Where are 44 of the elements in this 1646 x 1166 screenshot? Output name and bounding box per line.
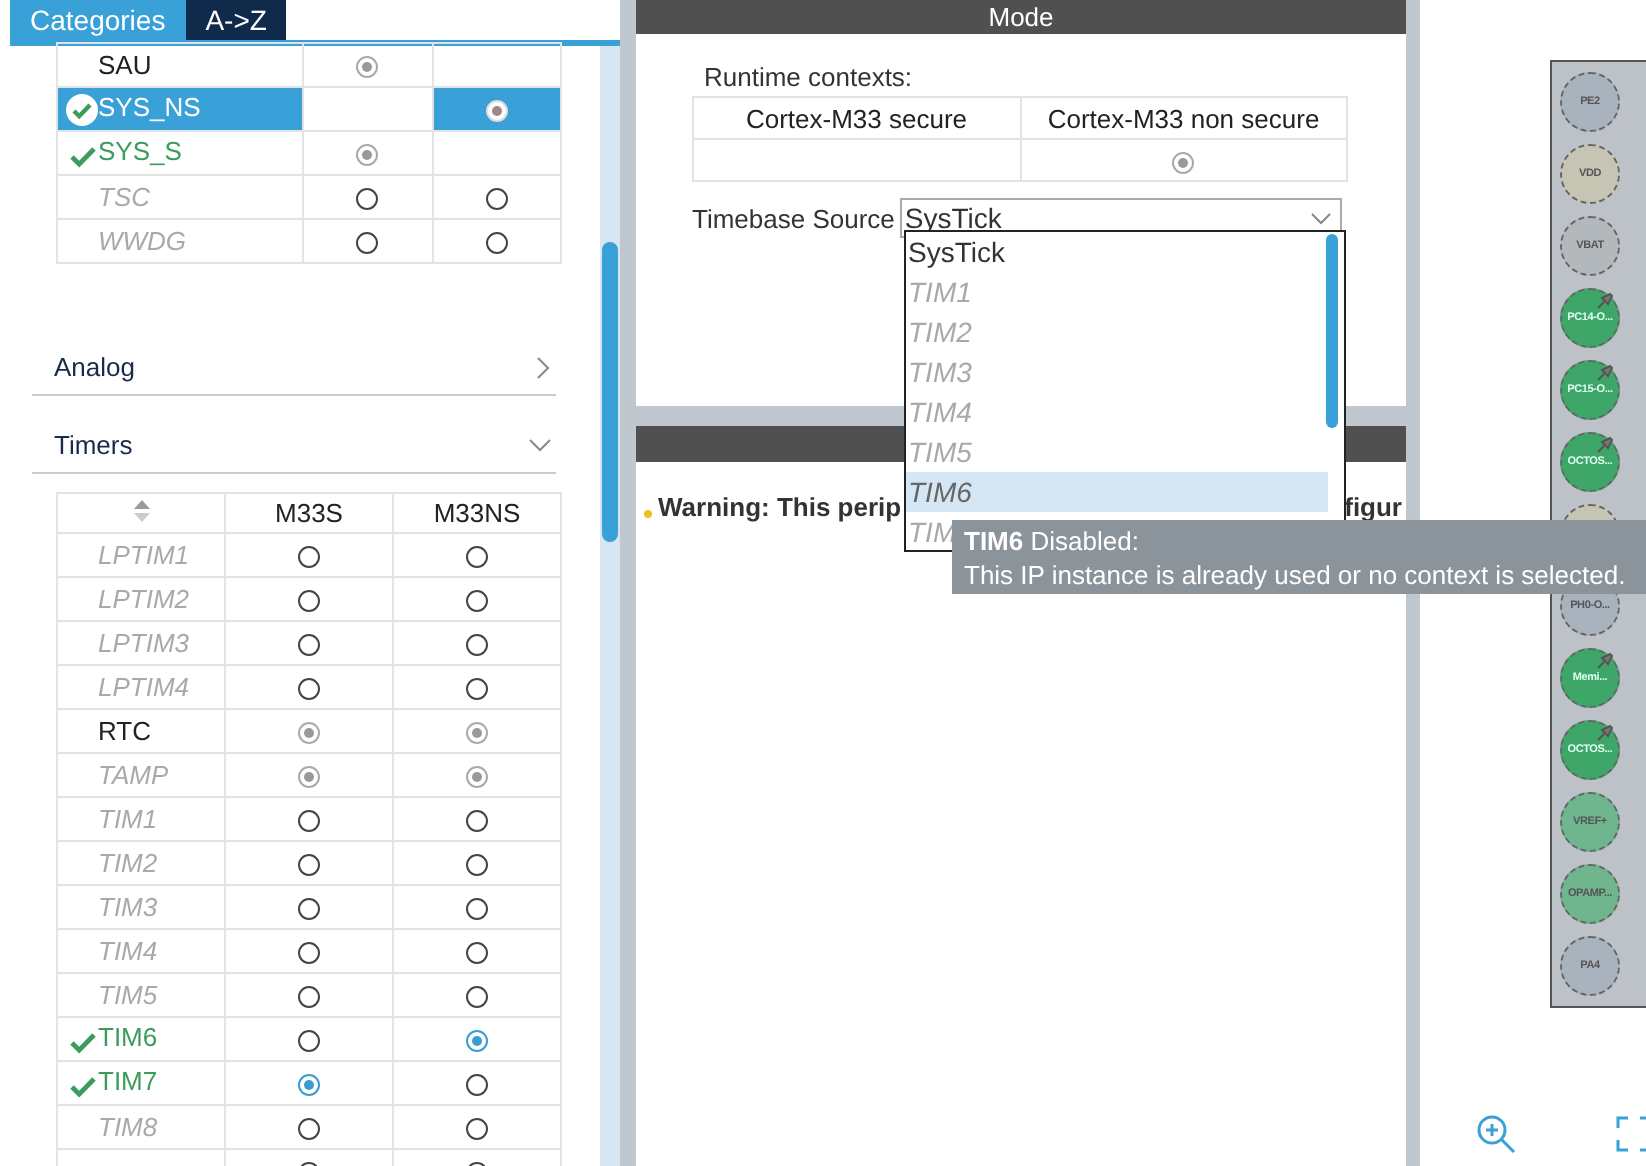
timebase-source-label: Timebase Source (692, 203, 895, 233)
dropdown-option[interactable]: SysTick (906, 232, 1328, 272)
column-header[interactable]: M33S (225, 493, 393, 533)
tooltip-title: TIM6 Disabled: (964, 524, 1139, 558)
runtime-contexts-label: Runtime contexts: (704, 62, 915, 92)
peripheral-name[interactable]: TIM7 (57, 1061, 225, 1105)
tab[interactable]: Categories (10, 0, 186, 40)
pushpin-icon (1596, 652, 1614, 670)
fit-to-screen-icon[interactable] (1616, 1116, 1646, 1152)
check-icon (69, 145, 95, 168)
pushpin-icon (1596, 364, 1614, 382)
scrollbar-thumb[interactable] (602, 242, 618, 542)
pushpin-icon (1596, 436, 1614, 454)
column-header[interactable]: M33NS (393, 493, 561, 533)
zoom-in-icon[interactable] (1476, 1114, 1516, 1154)
category-header[interactable]: Analog (32, 340, 556, 396)
warning-text: Warning: This perip (658, 491, 902, 521)
peripheral-name[interactable]: SYS_NS (57, 87, 303, 131)
chevron-right-icon (536, 355, 552, 379)
chevron-down-icon (528, 437, 552, 453)
radio-button[interactable] (466, 1030, 488, 1053)
tab[interactable]: A->Z (185, 0, 287, 40)
column-header: Cortex-M33 non secure (1020, 97, 1347, 139)
scrollbar-thumb[interactable] (1326, 234, 1338, 428)
category-header[interactable]: Timers (32, 418, 556, 474)
peripheral-name[interactable]: SAU (57, 43, 303, 87)
radio-button[interactable] (298, 1030, 320, 1053)
warning-icon (644, 510, 652, 518)
scrollbar[interactable] (600, 46, 620, 1166)
column-header: Cortex-M33 secure (693, 97, 1020, 139)
peripheral-name[interactable]: TIM6 (57, 1017, 225, 1061)
check-icon (69, 1075, 95, 1098)
peripheral-name[interactable]: RTC (57, 709, 225, 753)
warning-text: figur (1344, 491, 1402, 521)
check-circle-icon (66, 93, 98, 126)
peripheral-name[interactable]: SYS_S (57, 131, 303, 175)
check-icon (69, 1031, 95, 1054)
radio-button[interactable] (298, 1074, 320, 1097)
chevron-down-icon (1310, 211, 1333, 225)
sort-icon (133, 500, 149, 522)
pushpin-icon (1596, 292, 1614, 310)
radio-button[interactable] (466, 1074, 488, 1097)
pushpin-icon (1596, 724, 1614, 742)
panel-title: Mode (636, 0, 1406, 34)
